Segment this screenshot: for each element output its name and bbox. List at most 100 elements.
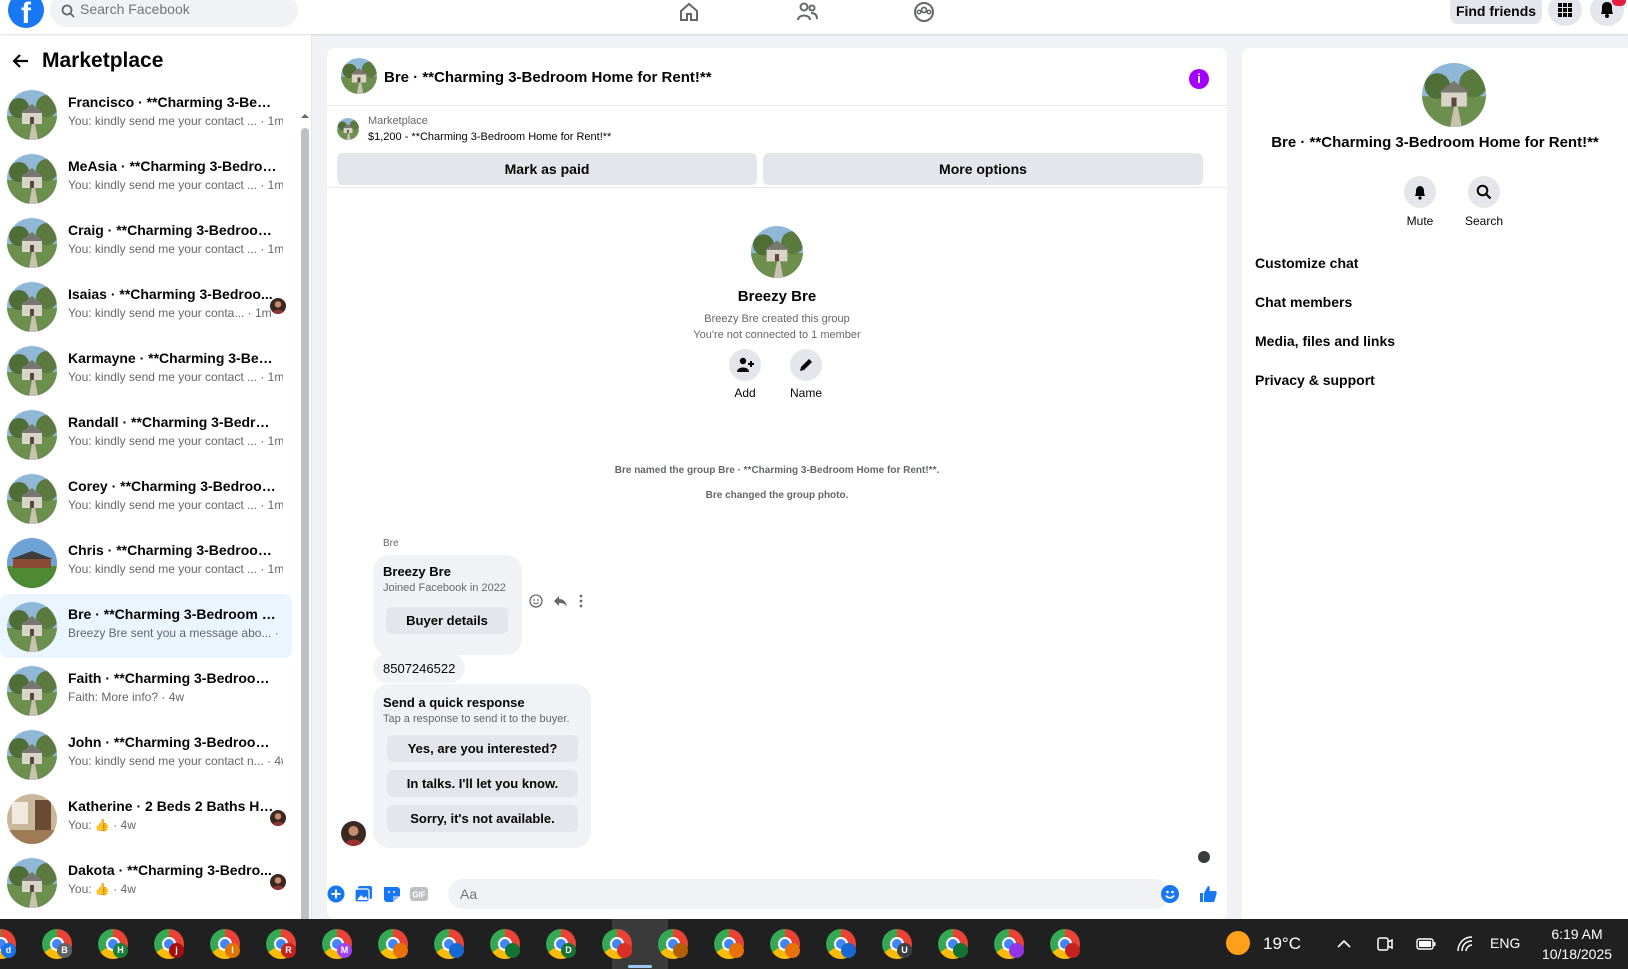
chrome-profile-icon[interactable]: R xyxy=(266,929,296,959)
name-button[interactable] xyxy=(790,349,822,381)
person-thumbnail-image xyxy=(270,810,286,826)
add-member-action[interactable]: Add xyxy=(715,349,775,400)
chrome-profile-icon[interactable] xyxy=(490,929,520,959)
privacy-support-item[interactable]: Privacy & support xyxy=(1255,372,1375,388)
menu-button[interactable] xyxy=(1548,0,1582,26)
gif-icon[interactable]: GIF xyxy=(409,884,429,904)
conversation-item[interactable]: Chris · **Charming 3-Bedroom ... You: kin… xyxy=(0,530,292,594)
conversation-item[interactable]: Corey · **Charming 3-Bedroom ... You: kin… xyxy=(0,466,292,530)
reply-icon[interactable] xyxy=(553,594,568,608)
react-emoji-icon[interactable] xyxy=(529,594,543,608)
conversation-list: Francisco · **Charming 3-Bedro... You: ki… xyxy=(0,82,298,914)
chrome-profile-icon[interactable] xyxy=(938,929,968,959)
plus-circle-icon[interactable] xyxy=(327,884,346,904)
chrome-profile-icon[interactable] xyxy=(602,929,632,959)
conversation-item[interactable]: Faith · **Charming 3-Bedroom H... Faith: … xyxy=(0,658,292,722)
like-thumb-icon[interactable] xyxy=(1198,884,1218,904)
conversation-avatar xyxy=(7,282,57,332)
conversation-avatar xyxy=(7,538,57,588)
customize-chat-item[interactable]: Customize chat xyxy=(1255,255,1358,271)
clock[interactable]: 6:19 AM 10/18/2025 xyxy=(1532,924,1622,964)
top-navigation-bar: f Find friends xyxy=(0,0,1628,34)
chrome-profile-icon[interactable] xyxy=(434,929,464,959)
add-button[interactable] xyxy=(729,349,761,381)
rename-group-action[interactable]: Name xyxy=(776,349,836,400)
conversation-item[interactable]: MeAsia · **Charming 3-Bedroo... You: kind… xyxy=(0,146,292,210)
mute-action[interactable]: Mute xyxy=(1390,176,1450,228)
add-person-icon xyxy=(737,357,754,372)
conversation-item[interactable]: Bre · **Charming 3-Bedroom Ho... Breezy B… xyxy=(0,594,292,658)
facebook-logo[interactable]: f xyxy=(8,0,44,30)
conversation-item[interactable]: John · **Charming 3-Bedroom H... You: kin… xyxy=(0,722,292,786)
chat-title[interactable]: Bre · **Charming 3-Bedroom Home for Rent… xyxy=(384,69,712,86)
friends-icon[interactable] xyxy=(795,0,819,24)
sender-avatar[interactable] xyxy=(341,821,366,846)
search-box[interactable] xyxy=(50,0,298,27)
search-action[interactable]: Search xyxy=(1454,176,1514,228)
emoji-button[interactable] xyxy=(1161,885,1179,903)
chrome-profile-icon[interactable]: d xyxy=(0,929,16,959)
chrome-profile-icon[interactable]: D xyxy=(546,929,576,959)
scroll-up-icon[interactable] xyxy=(301,112,309,120)
conversation-item[interactable]: Francisco · **Charming 3-Bedro... You: ki… xyxy=(0,82,292,146)
more-vertical-icon[interactable] xyxy=(578,594,584,608)
info-icon[interactable]: i xyxy=(1189,69,1209,89)
more-options-button[interactable]: More options xyxy=(763,153,1203,185)
search-icon xyxy=(1476,184,1492,200)
weather-sun-icon[interactable] xyxy=(1226,931,1250,955)
conversation-avatar xyxy=(7,602,57,652)
mark-as-paid-button[interactable]: Mark as paid xyxy=(337,153,757,185)
battery-icon[interactable] xyxy=(1416,937,1436,951)
sticker-icon[interactable] xyxy=(382,884,402,904)
chat-members-item[interactable]: Chat members xyxy=(1255,294,1352,310)
listing-thumbnail[interactable] xyxy=(337,118,359,140)
quick-response-button[interactable]: In talks. I'll let you know. xyxy=(387,770,578,797)
chrome-profile-icon[interactable]: M xyxy=(322,929,352,959)
chrome-profile-icon[interactable]: H xyxy=(98,929,128,959)
chrome-profile-icon[interactable] xyxy=(826,929,856,959)
phone-message-bubble[interactable]: 8507246522 xyxy=(373,653,465,683)
search-input[interactable] xyxy=(80,1,280,17)
quick-response-button[interactable]: Sorry, it's not available. xyxy=(387,805,578,832)
chrome-profile-icon[interactable] xyxy=(770,929,800,959)
camera-meet-icon[interactable] xyxy=(1376,935,1394,953)
group-photo[interactable] xyxy=(1422,63,1486,127)
house-thumbnail-image xyxy=(7,154,57,204)
temperature[interactable]: 19°C xyxy=(1263,934,1301,954)
chrome-profile-icon[interactable] xyxy=(378,929,408,959)
chrome-profile-icon[interactable] xyxy=(994,929,1024,959)
mute-button[interactable] xyxy=(1404,176,1436,208)
media-files-links-item[interactable]: Media, files and links xyxy=(1255,333,1395,349)
scroll-thumb[interactable] xyxy=(301,128,309,919)
conversation-item[interactable]: Katherine · 2 Beds 2 Baths Ho... You: 👍 ·… xyxy=(0,786,292,850)
groups-icon[interactable] xyxy=(912,0,936,24)
wifi-icon[interactable] xyxy=(1456,935,1474,953)
listing-price[interactable]: $1,200 - **Charming 3-Bedroom Home for R… xyxy=(368,131,611,143)
chrome-profile-icon[interactable]: B xyxy=(42,929,72,959)
conversation-name: Craig · **Charming 3-Bedroom ... xyxy=(68,222,278,238)
buyer-details-button[interactable]: Buyer details xyxy=(386,607,508,634)
chrome-profile-icon[interactable]: U xyxy=(882,929,912,959)
conversation-item[interactable]: Craig · **Charming 3-Bedroom ... You: kin… xyxy=(0,210,292,274)
conversation-item[interactable]: Isaias · **Charming 3-Bedroo... You: kind… xyxy=(0,274,292,338)
find-friends-button[interactable]: Find friends xyxy=(1450,0,1542,24)
message-input[interactable] xyxy=(448,879,1170,909)
group-avatar[interactable] xyxy=(341,58,377,94)
language-indicator[interactable]: ENG xyxy=(1490,935,1520,951)
chrome-profile-icon[interactable]: I xyxy=(210,929,240,959)
conversation-item[interactable]: Karmayne · **Charming 3-Bedro... You: kin… xyxy=(0,338,292,402)
sidebar-scrollbar[interactable] xyxy=(301,92,309,919)
chrome-profile-icon[interactable] xyxy=(658,929,688,959)
quick-response-button[interactable]: Yes, are you interested? xyxy=(387,735,578,762)
home-icon[interactable] xyxy=(677,0,701,24)
conversation-name: Corey · **Charming 3-Bedroom ... xyxy=(68,478,278,494)
chevron-up-icon[interactable] xyxy=(1336,936,1352,952)
conversation-item[interactable]: Dakota · **Charming 3-Bedro... You: 👍 · 4… xyxy=(0,850,292,914)
chrome-profile-icon[interactable] xyxy=(1050,929,1080,959)
conversation-item[interactable]: Randall · **Charming 3-Bedroo... You: kin… xyxy=(0,402,292,466)
chrome-profile-icon[interactable] xyxy=(714,929,744,959)
search-button[interactable] xyxy=(1468,176,1500,208)
back-arrow-icon[interactable] xyxy=(12,52,30,70)
chrome-profile-icon[interactable]: j xyxy=(154,929,184,959)
photo-icon[interactable] xyxy=(354,884,374,904)
